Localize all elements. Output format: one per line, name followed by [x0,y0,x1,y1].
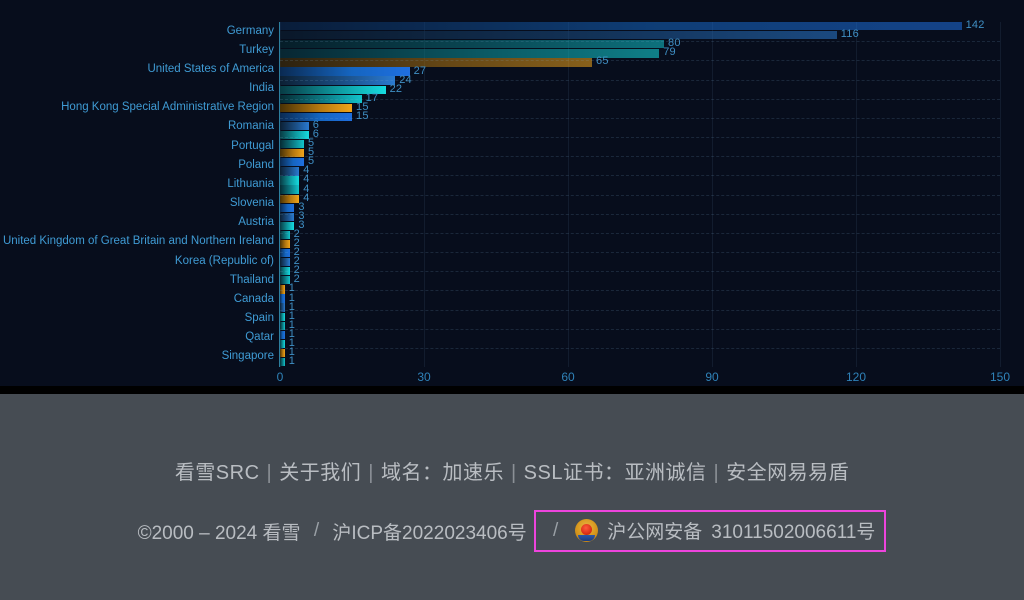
gridline-horizontal [280,79,1000,81]
footer-separator: | [266,462,273,484]
bar[interactable] [280,239,290,249]
bar[interactable] [280,167,300,176]
gridline-horizontal [280,60,1000,62]
gridline-horizontal [280,156,1000,158]
gridline-horizontal [280,213,1000,215]
category-label[interactable]: Romania [0,120,274,132]
category-label[interactable]: Hong Kong Special Administrative Region [0,101,274,113]
x-tick-label: 0 [276,370,284,384]
bar[interactable] [280,294,285,303]
gridline-horizontal [280,232,1000,234]
category-label[interactable]: Singapore [0,350,274,362]
gridline-horizontal [280,347,1000,349]
x-tick-label: 30 [417,370,431,384]
category-label[interactable]: Slovenia [0,197,274,209]
bar[interactable] [280,348,285,358]
gridline-horizontal [280,41,1000,43]
copyright-text: ©2000 – 2024 看雪 [137,522,301,544]
bar[interactable] [280,158,304,167]
gridline-horizontal [280,194,1000,196]
icp-link[interactable]: 沪ICP备2022023406号 [332,518,526,545]
category-label[interactable]: Korea (Republic of) [0,255,274,267]
category-label[interactable]: Turkey [0,44,274,56]
panel-divider [0,386,1024,394]
bar[interactable] [280,76,396,85]
bar[interactable] [280,203,295,212]
footer-link-row: 看雪SRC | 关于我们 | 域名：加速乐 | SSL证书：亚洲诚信 | 安全网易易盾 [0,456,1024,485]
chart-panel: 142 116 80 79 65 27 24 22 17 15 15 6 6 5 5 5 4 4 4 4 3 3 3 2 2 2 2… [0,0,1024,390]
beian-label[interactable]: 沪公网安备 [607,517,702,544]
gridline-vertical [1000,22,1001,367]
bar[interactable] [280,22,962,31]
chart-canvas[interactable]: 142 116 80 79 65 27 24 22 17 15 15 6 6 5 5 5 4 4 4 4 3 3 3 2 2 2 2… [0,0,1024,390]
gridline-horizontal [280,252,1000,253]
category-label[interactable]: Portugal [0,140,274,152]
x-tick-label: 90 [705,370,719,384]
bar-value-label: 15 [356,109,369,122]
beian-slash: / [553,519,559,541]
gridline-horizontal [280,98,1000,100]
bar[interactable] [280,103,352,112]
x-tick-label: 150 [989,370,1011,384]
footer-link[interactable]: 域名：加速乐 [381,462,504,484]
page-root: { "chart_data": { "type": "bar", "orient… [0,0,1024,600]
gridline-horizontal [280,271,1000,273]
category-label[interactable]: Austria [0,216,274,228]
category-label[interactable]: Thailand [0,274,274,286]
footer-separator: | [368,462,374,484]
bar[interactable] [280,221,295,230]
category-label[interactable]: Qatar [0,331,274,343]
bar-value-label: 116 [840,28,859,41]
footer-separator: | [510,462,517,484]
beian-number[interactable]: 31011502006611号 [711,517,875,544]
bar[interactable] [280,248,290,258]
footer-copyright-row: ©2000 – 2024 看雪 / 沪ICP备2022023406号 / 沪公网… [0,510,1024,552]
bar[interactable] [280,194,300,203]
footer-link[interactable]: SSL证书：亚洲诚信 [524,462,707,484]
category-label[interactable]: India [0,82,274,94]
bar-value-label: 79 [663,46,676,59]
bar-value-label: 22 [389,82,403,95]
site-footer: 看雪SRC | 关于我们 | 域名：加速乐 | SSL证书：亚洲诚信 | 安全网易易盾 ©200… [0,394,1024,600]
bar[interactable] [280,67,410,76]
x-tick-label: 120 [845,370,867,384]
category-label[interactable]: Germany [0,25,274,37]
gridline-horizontal [280,328,1000,330]
bar-value-label: 65 [596,55,609,68]
plot-area: 142 116 80 79 65 27 24 22 17 15 15 6 6 5 5 5 4 4 4 4 3 3 3 2 2 2 2… [280,19,1001,368]
bar[interactable] [280,121,309,131]
bar-value-label: 142 [965,19,985,32]
gridline-horizontal [280,117,1000,119]
bar[interactable] [280,185,300,194]
footer-link[interactable]: 关于我们 [279,462,361,484]
bar[interactable] [280,357,285,367]
category-label[interactable]: United Kingdom of Great Britain and Nort… [0,235,274,247]
bar[interactable] [280,330,285,339]
footer-link[interactable]: 安全网易易盾 [726,462,849,484]
category-axis: Germany Turkey United States of America Ind… [0,22,274,367]
bar[interactable] [280,140,304,149]
bar-value-label: 27 [413,64,427,77]
bar[interactable] [280,176,300,185]
police-badge-icon [575,519,599,542]
category-label[interactable]: Lithuania [0,178,274,190]
bar-value-label: 1 [288,355,296,368]
bar[interactable] [280,339,285,349]
category-label[interactable]: Poland [0,159,274,171]
beian-highlight-box: / 沪公网安备 31011502006611号 [534,510,887,552]
bar[interactable] [280,258,290,267]
gridline-horizontal [280,137,1000,138]
category-label[interactable]: Canada [0,293,274,305]
category-label[interactable]: Spain [0,312,274,324]
gridline-horizontal [280,309,1000,311]
bar[interactable] [280,31,837,40]
gridline-horizontal [280,290,1000,292]
footer-link[interactable]: 看雪SRC [175,462,260,484]
category-label[interactable]: United States of America [0,63,274,75]
bar[interactable] [280,312,285,321]
x-tick-label: 60 [561,370,575,384]
gridline-horizontal [280,175,1000,177]
copyright-slash: / [313,520,320,541]
footer-separator: | [713,462,720,484]
